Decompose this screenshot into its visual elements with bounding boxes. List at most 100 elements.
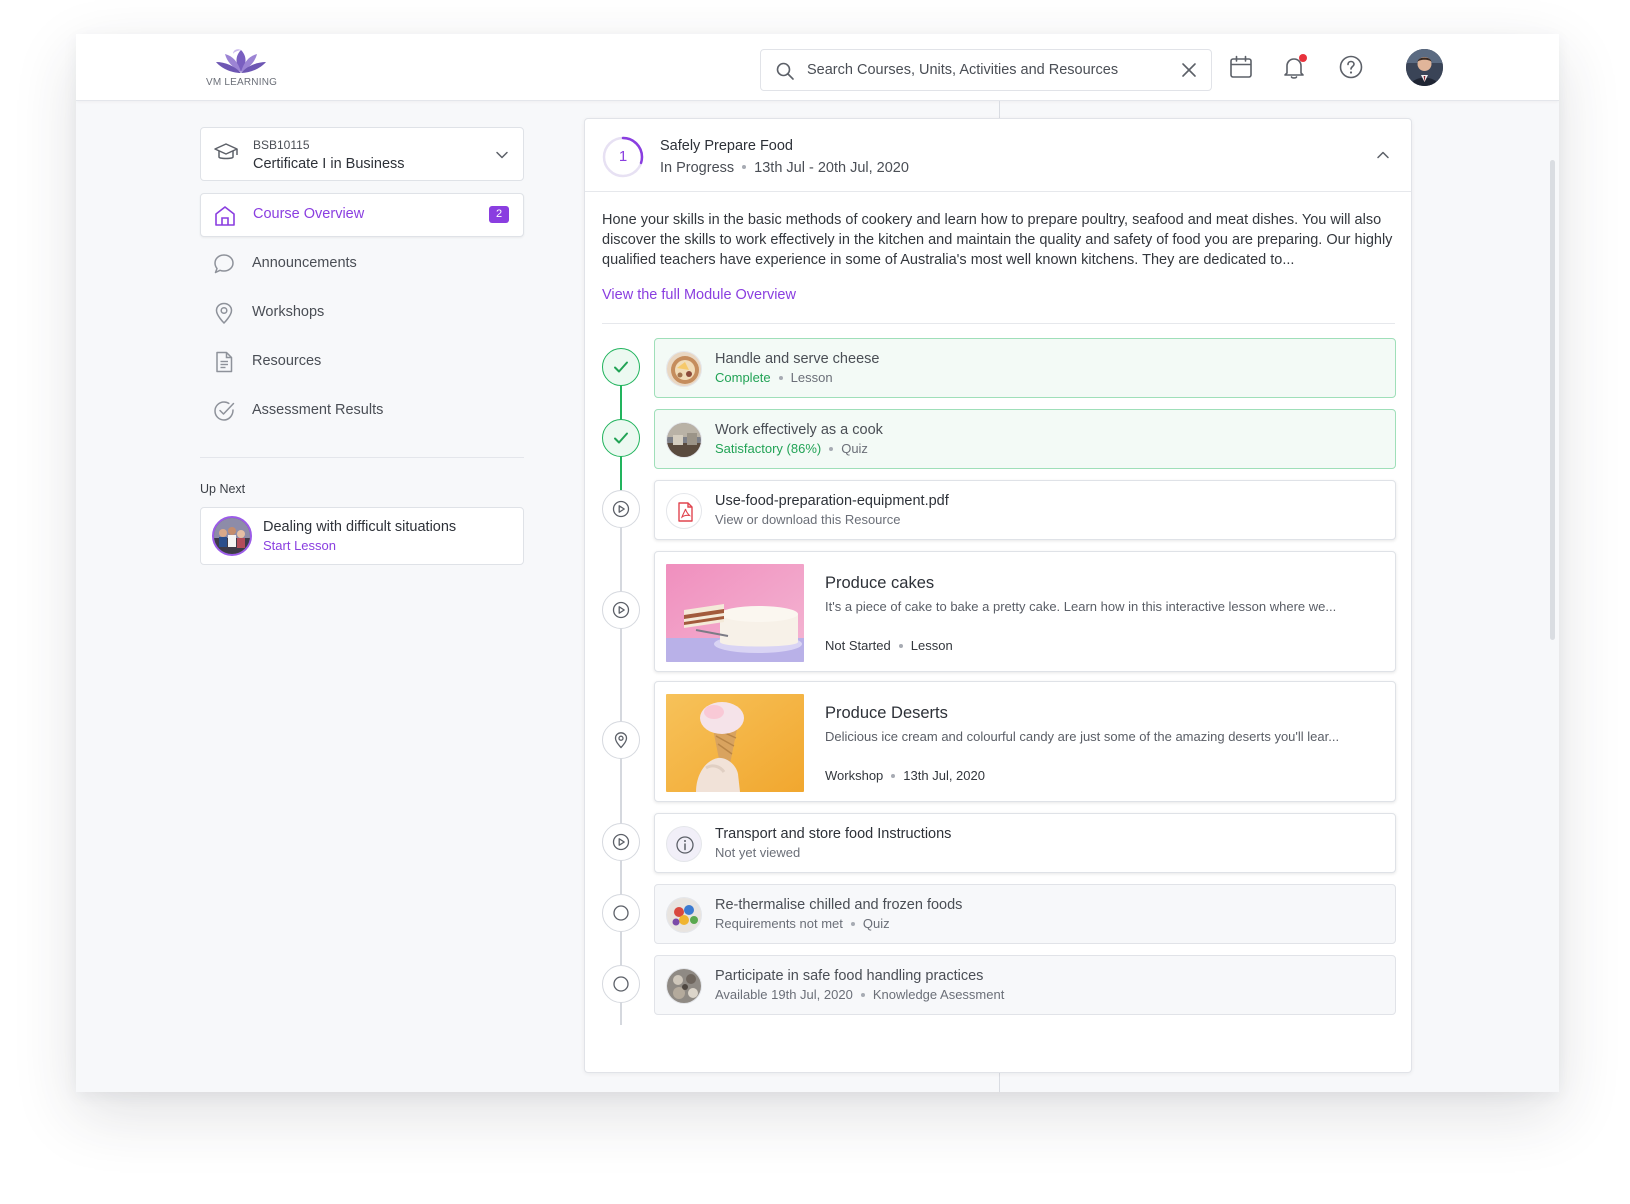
pdf-icon [678, 502, 693, 522]
cake-photo [666, 564, 804, 662]
up-next-card[interactable]: Dealing with difficult situations Start … [200, 507, 524, 565]
user-avatar[interactable] [1406, 49, 1443, 86]
sidebar-divider [200, 457, 524, 458]
separator-dot [891, 773, 896, 778]
brand-name: VM LEARNING [206, 77, 278, 88]
view-module-overview-link[interactable]: View the full Module Overview [602, 287, 796, 303]
activity-type: Lesson [910, 638, 953, 653]
chat-bubble-icon [214, 254, 234, 274]
sidebar-item-workshops[interactable]: Workshops [200, 291, 524, 335]
document-icon [216, 351, 233, 373]
activity-thumbnail [666, 826, 702, 862]
location-pin-icon [614, 732, 628, 749]
timeline-node-locked [602, 894, 640, 932]
activity-title: Produce cakes [825, 574, 935, 592]
timeline-node-complete [602, 348, 640, 386]
activity-produce-deserts[interactable]: Produce Deserts Delicious ice cream and … [654, 681, 1396, 802]
start-lesson-link[interactable]: Start Lesson [263, 538, 336, 553]
course-name: Certificate I in Business [253, 156, 405, 172]
timeline-line-pending [620, 495, 622, 1025]
activity-title: Use-food-preparation-equipment.pdf [715, 493, 949, 509]
help-icon[interactable] [1338, 54, 1364, 80]
activity-type: 13th Jul, 2020 [903, 768, 985, 783]
separator-dot [778, 375, 783, 380]
activity-title: Transport and store food Instructions [715, 826, 952, 842]
timeline-node-pending [602, 490, 640, 528]
up-next-thumbnail [212, 516, 252, 556]
activity-description: Delicious ice cream and colourful candy … [825, 729, 1340, 744]
clear-search-icon[interactable] [1181, 62, 1197, 78]
activity-status: Workshop [825, 768, 884, 783]
module-description: Hone your skills in the basic methods of… [602, 212, 1393, 268]
sidebar-item-label: Course Overview [253, 206, 365, 222]
course-selector[interactable]: BSB10115 Certificate I in Business [200, 127, 524, 181]
sidebar-item-label: Announcements [252, 255, 357, 271]
empty-circle-icon [613, 976, 629, 992]
activity-work-effectively-cook[interactable]: Work effectively as a cook Satisfactory … [654, 409, 1396, 469]
activity-meta: Available 19th Jul, 2020 Knowledge Asessm… [715, 987, 1004, 1002]
module-dates: 13th Jul - 20th Jul, 2020 [754, 160, 909, 176]
notifications-button[interactable] [1281, 54, 1307, 80]
activity-meta: Requirements not met Quiz [715, 916, 890, 931]
top-bar: VM LEARNING [76, 34, 1559, 101]
up-next-heading: Up Next [200, 482, 246, 496]
timeline-node-pending [602, 591, 640, 629]
sidebar-item-assessment-results[interactable]: Assessment Results [200, 389, 524, 433]
activity-type: Lesson [790, 370, 833, 385]
sidebar-item-label: Assessment Results [252, 402, 384, 418]
search-input[interactable] [807, 50, 1177, 90]
sidebar-item-resources[interactable]: Resources [200, 340, 524, 384]
notification-dot [1299, 54, 1307, 62]
chevron-down-icon [496, 151, 508, 159]
empty-circle-icon [613, 905, 629, 921]
food-handling-photo [667, 969, 701, 1003]
activity-transport-store-food[interactable]: Transport and store food Instructions No… [654, 813, 1396, 873]
activity-title: Participate in safe food handling practi… [715, 968, 984, 984]
module-progress-ring: 1 [602, 136, 644, 178]
module-title: Safely Prepare Food [660, 138, 793, 154]
home-icon [215, 206, 235, 226]
activity-status: Available 19th Jul, 2020 [715, 987, 853, 1002]
activity-title: Handle and serve cheese [715, 351, 880, 367]
activity-rethermalise-foods[interactable]: Re-thermalise chilled and frozen foods R… [654, 884, 1396, 944]
chevron-up-icon[interactable] [1375, 147, 1391, 163]
activity-handle-serve-cheese[interactable]: Handle and serve cheese Complete Lesson [654, 338, 1396, 398]
play-circle-icon [612, 500, 630, 518]
activity-meta: View or download this Resource [715, 512, 901, 527]
activity-image [666, 694, 804, 792]
play-circle-icon [612, 601, 630, 619]
activity-thumbnail [666, 351, 702, 387]
brand-logo[interactable]: VM LEARNING [206, 46, 278, 92]
check-icon [614, 361, 628, 373]
separator-dot [850, 921, 855, 926]
activity-thumbnail [666, 493, 702, 529]
info-icon [676, 836, 694, 854]
calendar-icon[interactable] [1228, 54, 1254, 80]
sidebar-item-announcements[interactable]: Announcements [200, 242, 524, 286]
activity-title: Work effectively as a cook [715, 422, 883, 438]
check-circle-icon [214, 401, 235, 421]
separator-dot [829, 446, 834, 451]
activity-status: Not Started [825, 638, 891, 653]
location-pin-icon [215, 302, 233, 325]
activity-safe-food-handling[interactable]: Participate in safe food handling practi… [654, 955, 1396, 1015]
frozen-foods-photo [667, 898, 701, 932]
module-header[interactable]: 1 Safely Prepare Food In Progress 13th Ju… [585, 119, 1411, 192]
separator-dot [742, 165, 747, 170]
activity-type: Quiz [862, 916, 890, 931]
activity-image [666, 564, 804, 662]
page-scrollbar[interactable] [1550, 160, 1555, 640]
group-photo [214, 518, 250, 554]
search-box [760, 49, 1212, 91]
activity-status: Satisfactory (86%) [715, 441, 822, 456]
sidebar-item-course-overview[interactable]: Course Overview 2 [200, 193, 524, 237]
activity-title: Re-thermalise chilled and frozen foods [715, 897, 963, 913]
activity-produce-cakes[interactable]: Produce cakes It's a piece of cake to ba… [654, 551, 1396, 672]
separator-dot [860, 992, 865, 997]
timeline-node-complete [602, 419, 640, 457]
sidebar-item-label: Resources [252, 353, 322, 369]
activity-type: Quiz [841, 441, 868, 456]
activity-resource-pdf[interactable]: Use-food-preparation-equipment.pdf View … [654, 480, 1396, 540]
lotus-logo-icon [216, 49, 266, 73]
activity-meta: Complete Lesson [715, 370, 833, 385]
